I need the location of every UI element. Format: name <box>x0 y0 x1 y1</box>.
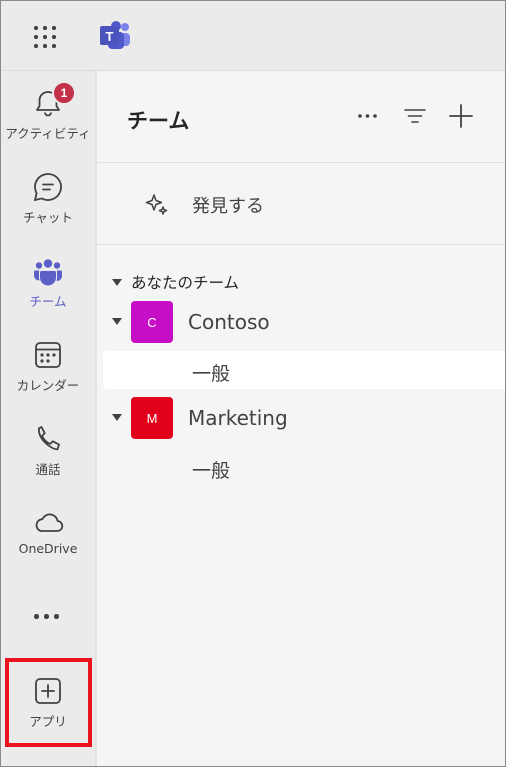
rail-item-label: チャット <box>23 210 73 225</box>
rail-item-activity[interactable]: 1 アクティビティ <box>1 75 95 151</box>
waffle-dot <box>34 35 38 39</box>
waffle-dot <box>52 35 56 39</box>
rail-item-teams[interactable]: チーム <box>1 243 95 319</box>
teams-icon <box>32 255 64 287</box>
waffle-dot <box>34 44 38 48</box>
channel-item-general[interactable]: 一般 <box>103 351 505 389</box>
more-options-button[interactable] <box>353 101 383 131</box>
chevron-down-icon[interactable] <box>112 414 122 421</box>
chevron-down-icon[interactable] <box>112 318 122 325</box>
channel-item-general[interactable]: 一般 <box>103 448 505 486</box>
rail-item-label: アクティビティ <box>5 126 91 141</box>
filter-button[interactable] <box>400 101 430 131</box>
team-avatar: M <box>131 397 173 439</box>
rail-item-calls[interactable]: 通話 <box>1 411 95 487</box>
cloud-icon <box>32 507 64 539</box>
add-icon <box>449 104 473 128</box>
team-name: Contoso <box>188 310 270 334</box>
teams-list-pane: チーム 発見する あなたのチーム C Contoso 一般 M Marketin… <box>97 71 505 766</box>
waffle-dot <box>43 44 47 48</box>
waffle-dot <box>52 44 56 48</box>
waffle-dot <box>52 26 56 30</box>
discover-button[interactable]: 発見する <box>97 164 505 244</box>
rail-item-calendar[interactable]: カレンダー <box>1 327 95 403</box>
rail-item-label: チーム <box>29 294 67 309</box>
notification-badge: 1 <box>52 81 76 105</box>
teams-logo-icon: T <box>98 20 132 52</box>
chat-icon <box>32 171 64 203</box>
more-dot <box>44 614 49 619</box>
section-header-your-teams[interactable]: あなたのチーム <box>131 271 239 293</box>
more-dot <box>54 614 59 619</box>
rail-item-label: OneDrive <box>18 541 78 556</box>
rail-item-chat[interactable]: チャット <box>1 159 95 235</box>
bell-icon: 1 <box>32 81 76 119</box>
team-name: Marketing <box>188 406 288 430</box>
teams-logo-letter: T <box>106 29 114 44</box>
channel-name: 一般 <box>192 460 231 482</box>
more-horizontal-icon <box>358 114 377 118</box>
app-launcher-button[interactable] <box>31 23 59 51</box>
team-avatar: C <box>131 301 173 343</box>
more-dot <box>34 614 39 619</box>
filter-icon <box>404 109 426 123</box>
discover-label: 発見する <box>192 196 264 217</box>
add-team-button[interactable] <box>446 101 476 131</box>
more-apps-button[interactable] <box>32 611 62 621</box>
chevron-down-icon[interactable] <box>112 279 122 286</box>
channel-name: 一般 <box>192 363 231 385</box>
waffle-dot <box>43 26 47 30</box>
rail-item-label: 通話 <box>35 462 61 477</box>
apps-highlight-box <box>5 658 92 747</box>
team-item-marketing[interactable]: M Marketing <box>97 397 505 443</box>
team-item-contoso[interactable]: C Contoso <box>97 301 505 347</box>
waffle-dot <box>43 35 47 39</box>
divider <box>97 162 505 163</box>
rail-item-onedrive[interactable]: OneDrive <box>1 495 95 571</box>
title-bar: T <box>1 1 505 71</box>
calendar-icon <box>32 339 64 371</box>
divider <box>97 244 505 245</box>
teams-window: T 1 アクティビティ チャット チーム カレンダー 通話 OneDrive ア… <box>0 0 506 767</box>
page-title: チーム <box>127 109 190 133</box>
phone-icon <box>32 423 64 455</box>
waffle-dot <box>34 26 38 30</box>
sparkle-icon <box>145 194 168 215</box>
rail-item-label: カレンダー <box>16 378 80 393</box>
